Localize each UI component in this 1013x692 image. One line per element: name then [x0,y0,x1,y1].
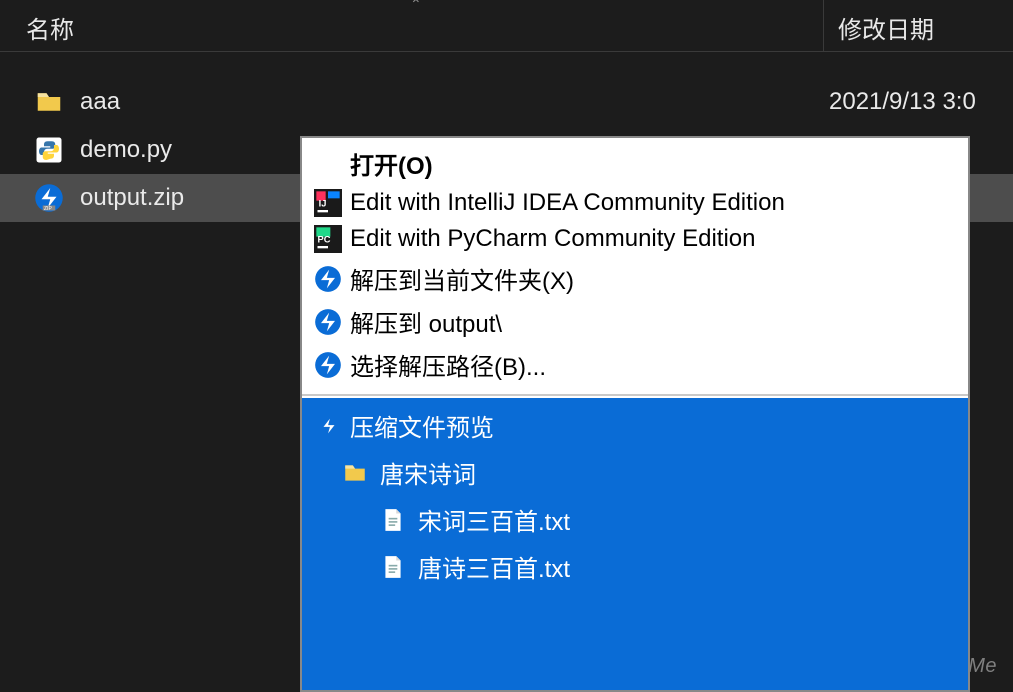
column-header-date[interactable]: 修改日期 [823,0,1013,51]
tree-folder[interactable]: 唐宋诗词 [336,449,956,496]
folder-icon [342,460,368,486]
menu-item-extract-to-folder[interactable]: 解压到 output\ [302,300,968,343]
menu-item-open[interactable]: 打开(O) [302,142,968,185]
menu-item-label: 解压到 output\ [350,304,502,339]
bandizip-icon [314,308,342,336]
bandizip-icon [314,265,342,293]
preview-title: 压缩文件预览 [350,408,494,443]
bandizip-icon [314,351,342,379]
tree-file[interactable]: 宋词三百首.txt [336,496,956,543]
tree-file-label: 宋词三百首.txt [418,502,570,537]
menu-item-extract-choose[interactable]: 选择解压路径(B)... [302,343,968,386]
file-name: aaa [80,88,823,116]
svg-text:ZIP: ZIP [44,206,52,212]
column-header-row: 名称 修改日期 [0,0,1013,52]
python-file-icon [34,135,64,165]
preview-tree: 唐宋诗词 宋词三百首.txt 唐诗三百首.txt [314,449,956,590]
file-row-folder[interactable]: aaa 2021/9/13 3:0 [0,78,1013,126]
menu-item-label: 解压到当前文件夹(X) [350,261,574,296]
archive-preview-panel: 压缩文件预览 唐宋诗词 宋词三百首.txt [302,398,968,690]
menu-item-label: 选择解压路径(B)... [350,347,546,382]
preview-title-row: 压缩文件预览 [314,406,956,449]
menu-item-label: Edit with PyCharm Community Edition [350,225,755,253]
tree-file-label: 唐诗三百首.txt [418,549,570,584]
context-menu: 打开(O) IJ Edit with IntelliJ IDEA Communi… [300,136,970,692]
menu-separator [302,394,968,396]
folder-icon [34,87,64,117]
svg-text:IJ: IJ [319,199,327,209]
file-date: 2021/9/13 3:0 [823,88,1013,116]
bandizip-small-icon [318,415,340,437]
menu-item-pycharm[interactable]: PC Edit with PyCharm Community Edition [302,221,968,257]
pycharm-icon: PC [314,225,342,253]
svg-text:PC: PC [318,235,331,245]
zip-file-icon: ZIP [34,183,64,213]
menu-item-intellij[interactable]: IJ Edit with IntelliJ IDEA Community Edi… [302,185,968,221]
tree-file[interactable]: 唐诗三百首.txt [336,543,956,590]
intellij-icon: IJ [314,189,342,217]
menu-item-extract-here[interactable]: 解压到当前文件夹(X) [302,257,968,300]
tree-folder-label: 唐宋诗词 [380,455,476,490]
menu-item-label: Edit with IntelliJ IDEA Community Editio… [350,189,785,217]
text-file-icon [380,507,406,533]
column-resize-arrow: ⌃ [410,0,422,13]
text-file-icon [380,554,406,580]
